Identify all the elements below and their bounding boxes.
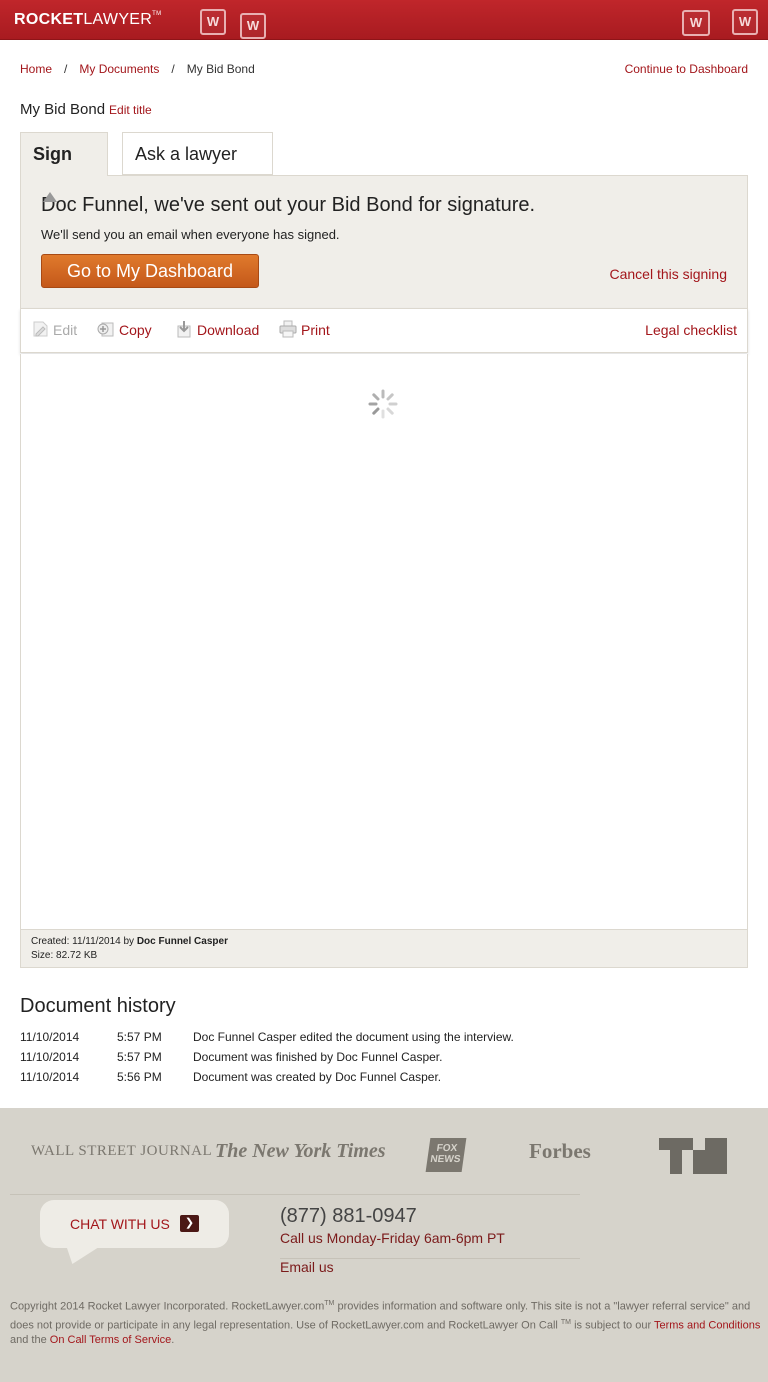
caret-up-icon bbox=[43, 192, 57, 203]
document-preview bbox=[20, 354, 748, 930]
support-hours: Call us Monday-Friday 6am-6pm PT bbox=[280, 1230, 505, 1246]
fox-news-logo: FOX NEWS bbox=[425, 1138, 467, 1172]
breadcrumb-home[interactable]: Home bbox=[20, 62, 52, 76]
badge-icon[interactable]: W bbox=[682, 10, 710, 36]
tab-ask-a-lawyer[interactable]: Ask a lawyer bbox=[122, 132, 273, 203]
download-icon bbox=[177, 321, 191, 338]
rocket-lawyer-logo[interactable]: ROCKETLAWYERTM bbox=[14, 11, 161, 29]
created-by: Doc Funnel Casper bbox=[136, 936, 228, 947]
history-list: 11/10/2014 5:57 PM Doc Funnel Casper edite… bbox=[20, 1030, 720, 1090]
chat-with-us-button[interactable]: CHAT WITH US ❯ bbox=[40, 1200, 229, 1248]
page-title: My Bid Bond Edit title bbox=[20, 101, 152, 118]
legal-checklist-link[interactable]: Legal checklist bbox=[645, 322, 737, 338]
go-to-dashboard-button[interactable]: Go to My Dashboard bbox=[41, 254, 259, 288]
email-us-link[interactable]: Email us bbox=[280, 1259, 334, 1275]
nyt-logo: The New York Times bbox=[215, 1140, 386, 1162]
copy-button[interactable]: Copy bbox=[97, 322, 152, 340]
phone-number[interactable]: (877) 881-0947 bbox=[280, 1205, 417, 1228]
breadcrumb-current: My Bid Bond bbox=[186, 62, 255, 76]
breadcrumb: Home / My Documents / My Bid Bond bbox=[20, 62, 255, 76]
on-call-terms-link[interactable]: On Call Terms of Service bbox=[50, 1334, 171, 1346]
cancel-signing-link[interactable]: Cancel this signing bbox=[609, 266, 727, 282]
chat-bubble-tail bbox=[58, 1244, 104, 1264]
pencil-icon bbox=[33, 321, 48, 337]
breadcrumb-my-documents[interactable]: My Documents bbox=[79, 62, 159, 76]
sign-panel: Doc Funnel, we've sent out your Bid Bond… bbox=[20, 175, 748, 309]
loading-spinner-icon bbox=[368, 389, 398, 419]
history-row: 11/10/2014 5:56 PM Document was created by… bbox=[20, 1070, 442, 1084]
copyright-text: Copyright 2014 Rocket Lawyer Incorporate… bbox=[10, 1300, 761, 1347]
badge-icon[interactable]: W bbox=[240, 13, 266, 39]
badge-icon[interactable]: W bbox=[732, 9, 758, 35]
top-bar: ROCKETLAWYERTM W W W W bbox=[0, 0, 768, 40]
edit-title-link[interactable]: Edit title bbox=[109, 103, 152, 117]
document-meta: Created: 11/11/2014 by Doc Funnel Casper… bbox=[20, 929, 748, 968]
copy-icon bbox=[97, 322, 114, 337]
signature-sent-heading: Doc Funnel, we've sent out your Bid Bond… bbox=[41, 194, 536, 216]
badge-icon[interactable]: W bbox=[200, 9, 226, 35]
tab-sign[interactable]: Sign bbox=[20, 132, 108, 203]
edit-button[interactable]: Edit bbox=[31, 321, 77, 340]
signature-sent-note: We'll send you an email when everyone ha… bbox=[41, 227, 340, 242]
history-row: 11/10/2014 5:57 PM Document was finished b… bbox=[20, 1050, 443, 1064]
forbes-logo: Forbes bbox=[529, 1139, 591, 1163]
chevron-right-icon: ❯ bbox=[180, 1215, 199, 1232]
wsj-logo: WALL STREET JOURNAL bbox=[31, 1143, 213, 1159]
techcrunch-logo bbox=[659, 1138, 727, 1174]
footer-divider bbox=[10, 1194, 580, 1195]
history-title: Document history bbox=[20, 995, 176, 1017]
continue-to-dashboard-link[interactable]: Continue to Dashboard bbox=[625, 62, 748, 76]
terms-link[interactable]: Terms and Conditions bbox=[654, 1319, 760, 1331]
download-button[interactable]: Download bbox=[175, 321, 259, 340]
print-button[interactable]: Print bbox=[279, 320, 330, 340]
document-size: Size: 82.72 KB bbox=[31, 950, 98, 961]
history-row: 11/10/2014 5:57 PM Doc Funnel Casper edite… bbox=[20, 1030, 514, 1044]
printer-icon bbox=[279, 320, 297, 338]
document-toolbar: Edit Copy Download Print Legal checklist bbox=[20, 308, 748, 353]
